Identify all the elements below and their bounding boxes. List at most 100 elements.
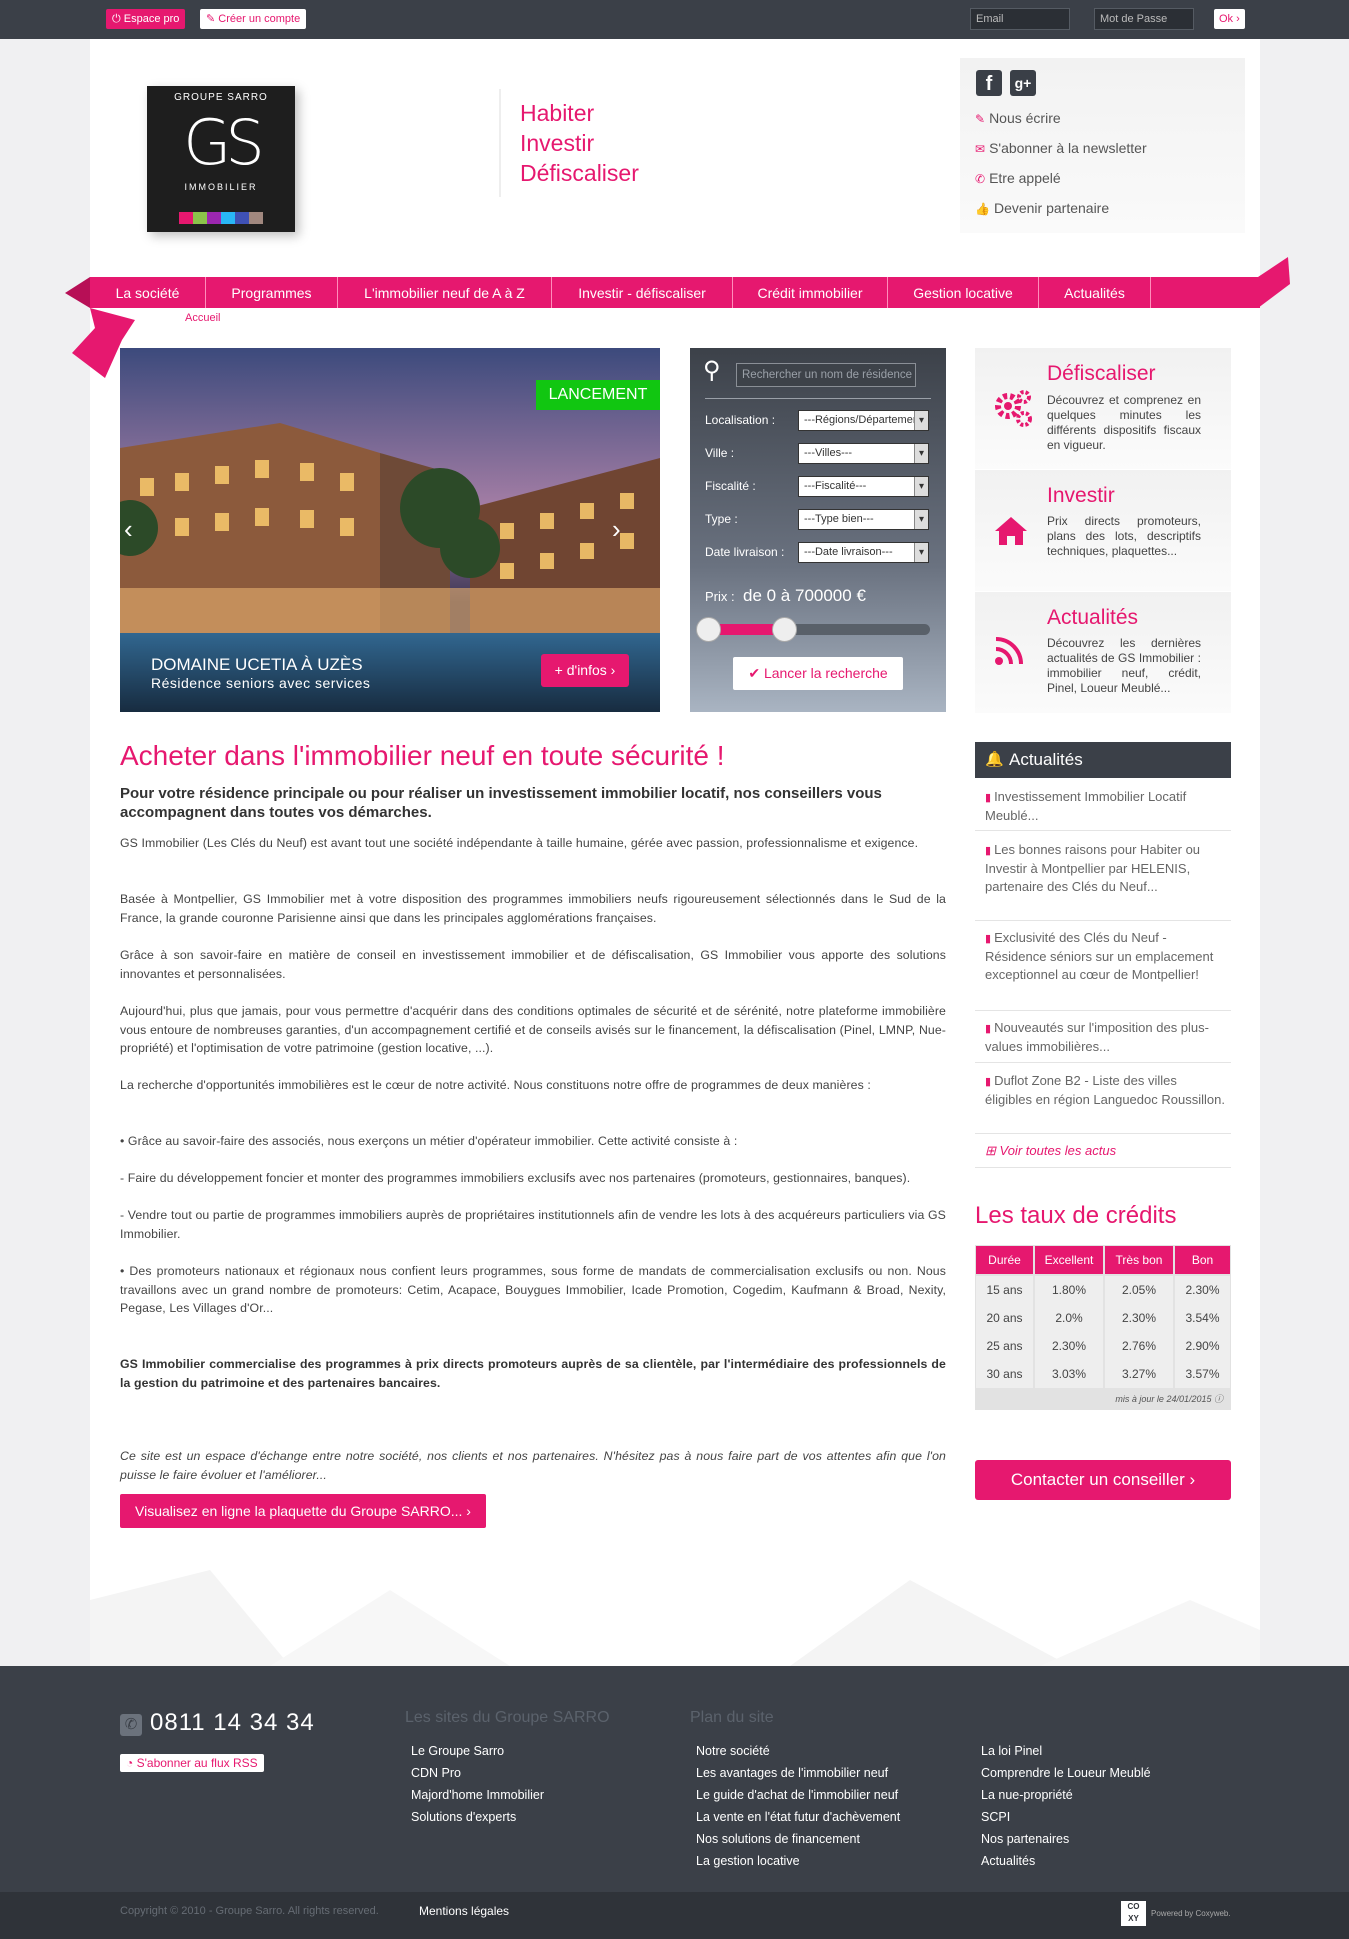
rss-icon: ◔ xyxy=(126,1756,137,1770)
select-date-livraison[interactable]: ---Date livraison--- xyxy=(798,542,929,563)
header-link-partner[interactable]: 👍 Devenir partenaire xyxy=(975,200,1109,216)
coxyweb-logo[interactable]: CO XY xyxy=(1121,1901,1146,1926)
email-input[interactable]: Email xyxy=(970,8,1070,30)
paragraph: - Vendre tout ou partie de programmes im… xyxy=(120,1208,946,1241)
rates-cell: 3.27% xyxy=(1105,1360,1173,1388)
select-localisation[interactable]: ---Régions/Départements--- xyxy=(798,410,929,431)
nav-credit-immobilier[interactable]: Crédit immobilier xyxy=(733,277,888,308)
news-all-link[interactable]: ⊞ Voir toutes les actus xyxy=(985,1143,1116,1159)
footer-phone[interactable]: 0811 14 34 34 xyxy=(150,1709,315,1737)
price-slider-track[interactable] xyxy=(706,624,930,635)
search-label-fiscalite: Fiscalité : xyxy=(705,479,756,493)
footer-link[interactable]: Le Groupe Sarro xyxy=(411,1744,504,1758)
create-account-button[interactable]: ✎ Créer un compte xyxy=(200,9,307,29)
footer-link[interactable]: Solutions d'experts xyxy=(411,1810,516,1824)
contact-advisor-button[interactable]: Contacter un conseiller › xyxy=(975,1460,1231,1500)
legal-link[interactable]: Mentions légales xyxy=(419,1904,509,1918)
paragraph: Aujourd'hui, plus que jamais, pour vous … xyxy=(120,1004,946,1055)
powered-by[interactable]: Powered by Coxyweb. xyxy=(1151,1909,1231,1918)
rates-header: Durée xyxy=(976,1246,1033,1274)
geometric-background xyxy=(90,1570,1260,1666)
side-box-text: Découvrez et comprenez en quelques minut… xyxy=(1047,393,1201,452)
login-ok-button[interactable]: Ok › xyxy=(1214,9,1245,29)
news-separator xyxy=(975,1062,1231,1063)
news-item[interactable]: ▮ Exclusivité des Clés du Neuf - Résidenc… xyxy=(985,929,1225,984)
footer-col1-title: Les sites du Groupe SARRO xyxy=(405,1709,610,1726)
nav-actualites[interactable]: Actualités xyxy=(1039,277,1151,308)
logo[interactable]: GROUPE SARRO GS IMMOBILIER xyxy=(147,86,295,232)
paragraph: • Des promoteurs nationaux et régionaux … xyxy=(120,1264,946,1315)
hero-next-arrow[interactable]: › xyxy=(612,514,621,545)
footer-link[interactable]: Majord'home Immobilier xyxy=(411,1788,544,1802)
news-item[interactable]: ▮ Investissement Immobilier Locatif Meubl… xyxy=(985,788,1225,825)
footer-link[interactable]: Nos solutions de financement xyxy=(696,1832,860,1846)
facebook-icon[interactable]: f xyxy=(976,70,1002,96)
tagline-divider xyxy=(499,89,501,197)
footer-link[interactable]: La nue-propriété xyxy=(981,1788,1073,1802)
hero-more-info-button[interactable]: + d'infos › xyxy=(541,654,629,687)
footer-link[interactable]: CDN Pro xyxy=(411,1766,461,1780)
nav-investir-defiscaliser[interactable]: Investir - défiscaliser xyxy=(552,277,733,308)
hero-prev-arrow[interactable]: ‹ xyxy=(124,514,133,545)
header-link-newsletter[interactable]: ✉ S'abonner à la newsletter xyxy=(975,140,1147,156)
rates-updated: mis à jour le 24/01/2015 ⓘ xyxy=(1115,1394,1223,1404)
news-item[interactable]: ▮ Les bonnes raisons pour Habiter ou Inve… xyxy=(985,841,1225,896)
footer-link[interactable]: Actualités xyxy=(981,1854,1035,1868)
side-box-title: Investir xyxy=(1047,484,1115,507)
nav-la-societe[interactable]: La société xyxy=(90,277,206,308)
footer-link[interactable]: La loi Pinel xyxy=(981,1744,1042,1758)
gears-icon xyxy=(995,390,1032,427)
bell-icon: 🔔 xyxy=(985,751,1004,768)
bold-statement: GS Immobilier commercialise des programm… xyxy=(120,1357,946,1390)
password-input[interactable]: Mot de Passe xyxy=(1094,8,1194,30)
header-link-write[interactable]: ✎ Nous écrire xyxy=(975,110,1061,126)
news-item[interactable]: ▮ Duflot Zone B2 - Liste des villes éligi… xyxy=(985,1072,1225,1109)
check-icon: ✔ xyxy=(748,665,764,681)
rates-title: Les taux de crédits xyxy=(975,1202,1177,1229)
launch-badge: LANCEMENT xyxy=(536,380,660,410)
phone-icon: ✆ xyxy=(975,172,986,186)
bookmark-icon: ▮ xyxy=(985,845,992,857)
pencil-icon: ✎ xyxy=(206,13,219,25)
price-label: Prix : xyxy=(705,589,735,604)
hero-title: DOMAINE UCETIA À UZÈS xyxy=(151,655,363,674)
footer-link[interactable]: La vente en l'état futur d'achèvement xyxy=(696,1810,900,1824)
rates-cell: 1.80% xyxy=(1035,1276,1103,1304)
rates-cell: 2.30% xyxy=(1175,1276,1230,1304)
search-submit-button[interactable]: ✔ Lancer la recherche xyxy=(733,657,903,690)
hero-subtitle: Résidence seniors avec services xyxy=(151,675,371,691)
select-type[interactable]: ---Type bien--- xyxy=(798,509,929,530)
footer-link[interactable]: Nos partenaires xyxy=(981,1832,1069,1846)
rss-subscribe-button[interactable]: ◔ S'abonner au flux RSS xyxy=(120,1754,264,1772)
bookmark-icon: ▮ xyxy=(985,1023,992,1035)
bookmark-icon: ▮ xyxy=(985,1076,992,1088)
footer-link[interactable]: SCPI xyxy=(981,1810,1010,1824)
rates-table: Durée Excellent Très bon Bon 15 ans 1.80… xyxy=(975,1245,1231,1410)
footer-link[interactable]: Comprendre le Loueur Meublé xyxy=(981,1766,1151,1780)
espace-pro-button[interactable]: ⏻ Espace pro xyxy=(106,9,186,29)
rates-cell: 2.90% xyxy=(1175,1332,1230,1360)
breadcrumb[interactable]: Accueil xyxy=(185,312,220,324)
select-fiscalite[interactable]: ---Fiscalité--- xyxy=(798,476,929,497)
google-plus-icon[interactable]: g+ xyxy=(1010,70,1036,96)
search-residence-input[interactable]: Rechercher un nom de résidence xyxy=(736,363,916,387)
footer-link[interactable]: Les avantages de l'immobilier neuf xyxy=(696,1766,888,1780)
news-item[interactable]: ▮ Nouveautés sur l'imposition des plus-va… xyxy=(985,1019,1225,1056)
nav-gestion-locative[interactable]: Gestion locative xyxy=(888,277,1039,308)
nav-immobilier-neuf[interactable]: L'immobilier neuf de A à Z xyxy=(338,277,552,308)
footer-link[interactable]: La gestion locative xyxy=(696,1854,800,1868)
nav-programmes[interactable]: Programmes xyxy=(206,277,338,308)
rates-cell: 25 ans xyxy=(976,1332,1033,1360)
tagline: Habiter Investir Défiscaliser xyxy=(520,100,639,186)
brochure-button[interactable]: Visualisez en ligne la plaquette du Grou… xyxy=(120,1494,486,1528)
rates-cell: 2.05% xyxy=(1105,1276,1173,1304)
rates-cell: 20 ans xyxy=(976,1304,1033,1332)
footer-link[interactable]: Le guide d'achat de l'immobilier neuf xyxy=(696,1788,898,1802)
select-ville[interactable]: ---Villes--- xyxy=(798,443,929,464)
footer-link[interactable]: Notre société xyxy=(696,1744,770,1758)
search-label-ville: Ville : xyxy=(705,446,735,460)
rates-cell: 2.30% xyxy=(1035,1332,1103,1360)
header-link-callback[interactable]: ✆ Etre appelé xyxy=(975,170,1061,186)
rates-cell: 2.76% xyxy=(1105,1332,1173,1360)
price-slider-min-handle[interactable] xyxy=(696,617,721,642)
